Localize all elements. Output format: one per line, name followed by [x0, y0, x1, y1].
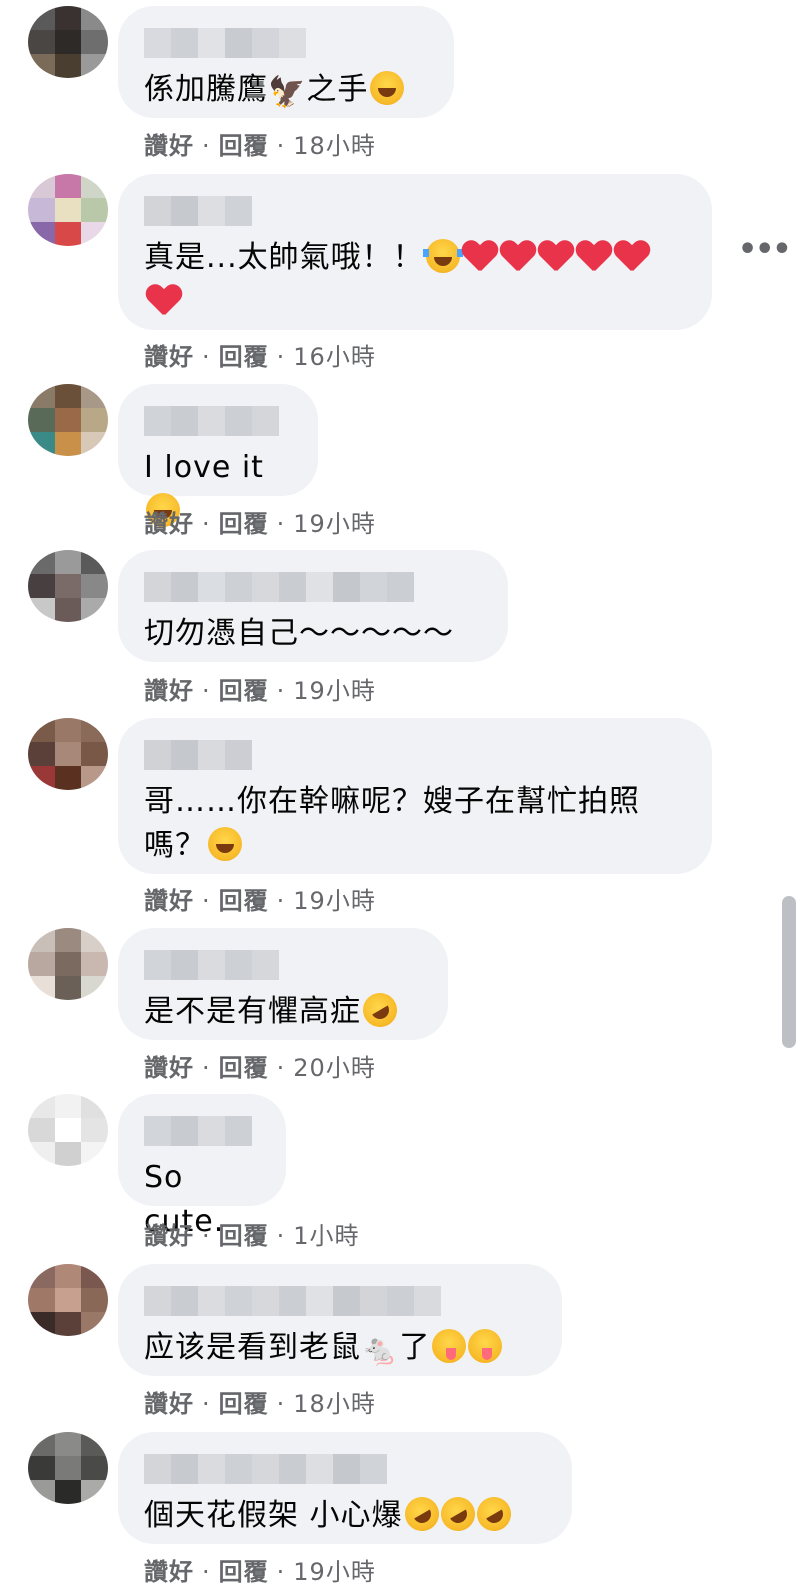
winking-tongue-emoji-icon — [468, 1329, 503, 1363]
grinning-emoji-icon — [208, 827, 242, 861]
comment-actions: 讚好 · 回覆 · 19小時 — [144, 510, 376, 538]
like-link[interactable]: 讚好 — [144, 510, 194, 538]
comment-text: 切勿憑自己～～～～～ — [144, 616, 454, 651]
comment-actions: 讚好 · 回覆 · 20小時 — [144, 1054, 376, 1082]
laughing-emoji-icon — [370, 71, 405, 105]
avatar[interactable] — [28, 6, 108, 78]
timestamp[interactable]: 19小時 — [293, 887, 376, 915]
timestamp[interactable]: 19小時 — [293, 677, 376, 705]
scrollbar-thumb[interactable] — [782, 896, 796, 1048]
avatar[interactable] — [28, 1264, 108, 1336]
rofl-emoji-icon — [434, 1490, 481, 1538]
comment-actions: 讚好 · 回覆 · 1小時 — [144, 1222, 360, 1250]
comment-text: 個天花假架 小心爆 — [144, 1490, 542, 1538]
comment-bubble: So cute. — [118, 1094, 286, 1239]
commenter-name-blurred[interactable] — [144, 196, 682, 226]
comment-bubble: I love it — [118, 384, 318, 527]
commenter-name-blurred[interactable] — [144, 740, 682, 770]
winking-tongue-emoji-icon — [432, 1329, 467, 1363]
avatar[interactable] — [28, 928, 108, 1000]
like-link[interactable]: 讚好 — [144, 887, 194, 915]
avatar[interactable] — [28, 550, 108, 622]
sparkling-heart-icon — [614, 239, 650, 273]
comment-actions: 讚好 · 回覆 · 19小時 — [144, 887, 376, 915]
comment-text: 是不是有懼高症 — [144, 986, 418, 1034]
timestamp[interactable]: 1小時 — [293, 1222, 359, 1250]
comment-bubble: 係加騰鷹🦅之手 — [118, 6, 454, 118]
avatar[interactable] — [28, 718, 108, 790]
comment-actions: 讚好 · 回覆 · 18小時 — [144, 1390, 376, 1418]
reply-link[interactable]: 回覆 — [219, 1558, 269, 1586]
like-link[interactable]: 讚好 — [144, 132, 194, 160]
rofl-emoji-icon — [398, 1490, 445, 1538]
reply-link[interactable]: 回覆 — [219, 1222, 269, 1250]
eagle-icon: 🦅 — [268, 75, 307, 110]
comment-bubble: 真是...太帥氣哦！！ — [118, 174, 712, 330]
reply-link[interactable]: 回覆 — [219, 132, 269, 160]
comment-text: 哥……你在幹嘛呢？嫂子在幫忙拍照 嗎？ — [144, 784, 640, 863]
comment-bubble: 切勿憑自己～～～～～ — [118, 550, 508, 662]
reply-link[interactable]: 回覆 — [219, 1390, 269, 1418]
sparkling-heart-icon — [576, 239, 612, 273]
avatar[interactable] — [28, 174, 108, 246]
avatar[interactable] — [28, 1094, 108, 1166]
commenter-name-blurred[interactable] — [144, 1286, 532, 1316]
commenter-name-blurred[interactable] — [144, 28, 424, 58]
like-link[interactable]: 讚好 — [144, 1054, 194, 1082]
like-link[interactable]: 讚好 — [144, 677, 194, 705]
timestamp[interactable]: 19小時 — [293, 1558, 376, 1586]
timestamp[interactable]: 19小時 — [293, 510, 376, 538]
sparkling-heart-icon — [146, 283, 182, 317]
comment-text: 真是...太帥氣哦！！ — [144, 236, 682, 324]
more-options-icon[interactable]: ••• — [738, 232, 792, 267]
reply-link[interactable]: 回覆 — [219, 677, 269, 705]
comment-actions: 讚好 · 回覆 · 19小時 — [144, 677, 376, 705]
reply-link[interactable]: 回覆 — [219, 887, 269, 915]
rofl-emoji-icon — [356, 986, 404, 1034]
avatar[interactable] — [28, 1432, 108, 1504]
rofl-emoji-icon — [470, 1490, 517, 1538]
comment-text: 係加騰鷹🦅之手 — [144, 68, 424, 115]
comment-bubble: 应该是看到老鼠🐁了 — [118, 1264, 562, 1376]
timestamp[interactable]: 18小時 — [293, 132, 376, 160]
sparkling-heart-icon — [538, 239, 574, 273]
sparkling-heart-icon — [500, 239, 536, 273]
like-link[interactable]: 讚好 — [144, 1222, 194, 1250]
reply-link[interactable]: 回覆 — [219, 343, 269, 371]
like-link[interactable]: 讚好 — [144, 343, 194, 371]
mouse-icon: 🐁 — [361, 1333, 400, 1368]
reply-link[interactable]: 回覆 — [219, 510, 269, 538]
commenter-name-blurred[interactable] — [144, 1454, 542, 1484]
timestamp[interactable]: 18小時 — [293, 1390, 376, 1418]
timestamp[interactable]: 16小時 — [293, 343, 376, 371]
reply-link[interactable]: 回覆 — [219, 1054, 269, 1082]
commenter-name-blurred[interactable] — [144, 406, 288, 436]
comment-bubble: 哥……你在幹嘛呢？嫂子在幫忙拍照 嗎？ — [118, 718, 712, 874]
comment-bubble: 是不是有懼高症 — [118, 928, 448, 1040]
commenter-name-blurred[interactable] — [144, 950, 418, 980]
tears-of-joy-emoji-icon — [422, 239, 463, 273]
like-link[interactable]: 讚好 — [144, 1558, 194, 1586]
sparkling-heart-icon — [462, 239, 498, 273]
comment-bubble: 個天花假架 小心爆 — [118, 1432, 572, 1544]
commenter-name-blurred[interactable] — [144, 1116, 256, 1146]
avatar[interactable] — [28, 384, 108, 456]
like-link[interactable]: 讚好 — [144, 1390, 194, 1418]
timestamp[interactable]: 20小時 — [293, 1054, 376, 1082]
commenter-name-blurred[interactable] — [144, 572, 478, 602]
comment-actions: 讚好 · 回覆 · 18小時 — [144, 132, 376, 160]
comment-text: 应该是看到老鼠🐁了 — [144, 1326, 532, 1373]
comment-actions: 讚好 · 回覆 · 16小時 — [144, 343, 376, 371]
